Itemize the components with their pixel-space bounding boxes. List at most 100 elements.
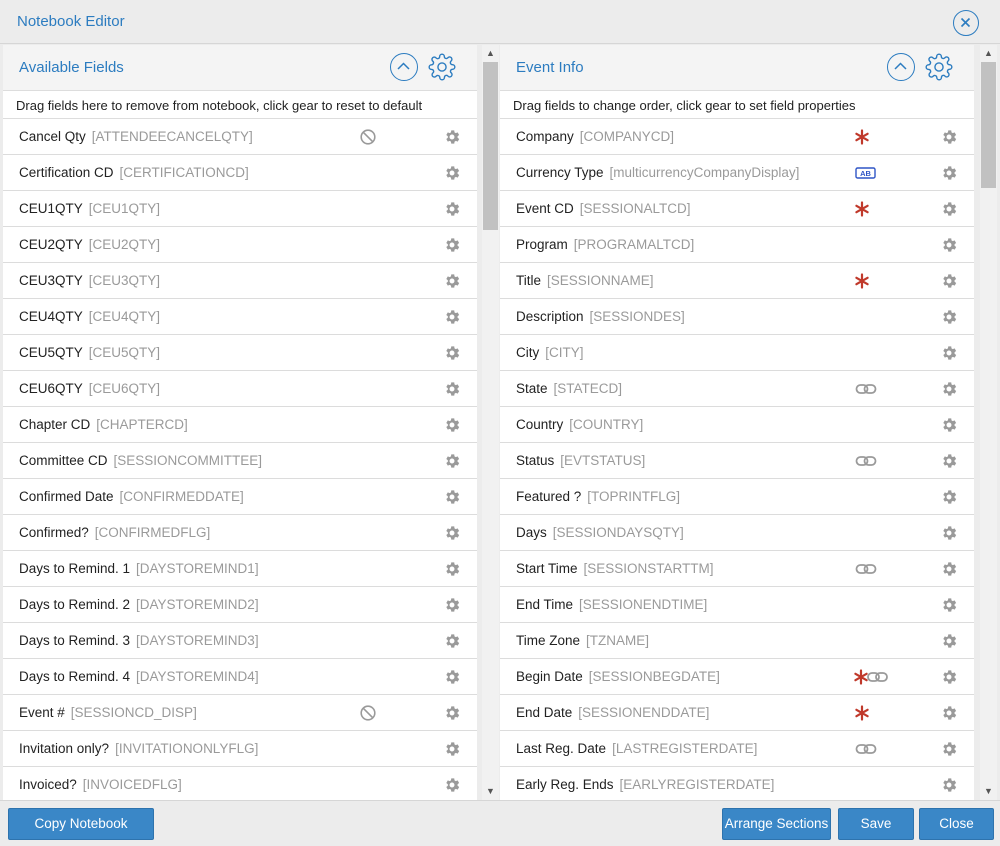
field-gear-icon[interactable] bbox=[443, 164, 461, 182]
field-gear-icon[interactable] bbox=[443, 776, 461, 794]
field-gear-icon[interactable] bbox=[940, 668, 958, 686]
field-gear-icon[interactable] bbox=[940, 704, 958, 722]
field-gear-icon[interactable] bbox=[443, 452, 461, 470]
field-row[interactable]: CEU2QTY [CEU2QTY] bbox=[3, 227, 477, 263]
field-row[interactable]: Country [COUNTRY] bbox=[500, 407, 974, 443]
field-row[interactable]: Days to Remind. 4 [DAYSTOREMIND4] bbox=[3, 659, 477, 695]
field-row[interactable]: Featured ? [TOPRINTFLG] bbox=[500, 479, 974, 515]
field-row[interactable]: Begin Date [SESSIONBEGDATE] bbox=[500, 659, 974, 695]
field-gear-icon[interactable] bbox=[443, 380, 461, 398]
field-row[interactable]: Committee CD [SESSIONCOMMITTEE] bbox=[3, 443, 477, 479]
field-row[interactable]: Days [SESSIONDAYSQTY] bbox=[500, 515, 974, 551]
field-row[interactable]: Event CD [SESSIONALTCD] bbox=[500, 191, 974, 227]
field-gear-icon[interactable] bbox=[443, 344, 461, 362]
close-window-icon[interactable] bbox=[953, 10, 979, 36]
field-row[interactable]: Early Reg. Ends [EARLYREGISTERDATE] bbox=[500, 767, 974, 800]
field-row[interactable]: Title [SESSIONNAME] bbox=[500, 263, 974, 299]
field-row[interactable]: Time Zone [TZNAME] bbox=[500, 623, 974, 659]
field-gear-icon[interactable] bbox=[940, 488, 958, 506]
field-name: Days to Remind. 1 bbox=[19, 561, 131, 576]
field-row[interactable]: Confirmed Date [CONFIRMEDDATE] bbox=[3, 479, 477, 515]
field-row[interactable]: CEU5QTY [CEU5QTY] bbox=[3, 335, 477, 371]
field-row[interactable]: End Date [SESSIONENDDATE] bbox=[500, 695, 974, 731]
field-row[interactable]: CEU1QTY [CEU1QTY] bbox=[3, 191, 477, 227]
collapse-icon[interactable] bbox=[390, 53, 418, 81]
field-label: CEU2QTY [CEU2QTY] bbox=[19, 237, 160, 252]
field-gear-icon[interactable] bbox=[443, 308, 461, 326]
close-button[interactable]: Close bbox=[919, 808, 994, 840]
field-gear-icon[interactable] bbox=[443, 128, 461, 146]
field-gear-icon[interactable] bbox=[940, 272, 958, 290]
field-row[interactable]: CEU3QTY [CEU3QTY] bbox=[3, 263, 477, 299]
field-row[interactable]: End Time [SESSIONENDTIME] bbox=[500, 587, 974, 623]
field-row[interactable]: Cancel Qty [ATTENDEECANCELQTY] bbox=[3, 119, 477, 155]
field-row[interactable]: Days to Remind. 1 [DAYSTOREMIND1] bbox=[3, 551, 477, 587]
field-gear-icon[interactable] bbox=[940, 200, 958, 218]
field-label: State [STATECD] bbox=[516, 381, 622, 396]
field-label: Company [COMPANYCD] bbox=[516, 129, 674, 144]
arrange-sections-button[interactable]: Arrange Sections bbox=[722, 808, 831, 840]
field-gear-icon[interactable] bbox=[443, 632, 461, 650]
right-scrollbar[interactable]: ▲ ▼ bbox=[980, 45, 997, 800]
field-gear-icon[interactable] bbox=[940, 416, 958, 434]
field-gear-icon[interactable] bbox=[443, 416, 461, 434]
field-gear-icon[interactable] bbox=[443, 200, 461, 218]
field-row[interactable]: Company [COMPANYCD] bbox=[500, 119, 974, 155]
field-gear-icon[interactable] bbox=[940, 560, 958, 578]
field-gear-icon[interactable] bbox=[443, 488, 461, 506]
reset-gear-icon[interactable] bbox=[428, 53, 456, 81]
collapse-icon[interactable] bbox=[887, 53, 915, 81]
field-row[interactable]: Currency Type [multicurrencyCompanyDispla… bbox=[500, 155, 974, 191]
field-gear-icon[interactable] bbox=[940, 452, 958, 470]
field-gear-icon[interactable] bbox=[940, 380, 958, 398]
field-gear-icon[interactable] bbox=[940, 524, 958, 542]
field-gear-icon[interactable] bbox=[940, 164, 958, 182]
field-row[interactable]: Status [EVTSTATUS] bbox=[500, 443, 974, 479]
field-row[interactable]: CEU6QTY [CEU6QTY] bbox=[3, 371, 477, 407]
field-label: Currency Type [multicurrencyCompanyDispla… bbox=[516, 165, 799, 180]
left-scrollbar[interactable]: ▲ ▼ bbox=[482, 45, 499, 800]
link-icon bbox=[855, 380, 877, 398]
field-row[interactable]: Days to Remind. 2 [DAYSTOREMIND2] bbox=[3, 587, 477, 623]
field-gear-icon[interactable] bbox=[443, 524, 461, 542]
field-row[interactable]: Confirmed? [CONFIRMEDFLG] bbox=[3, 515, 477, 551]
field-gear-icon[interactable] bbox=[940, 596, 958, 614]
field-row[interactable]: Description [SESSIONDES] bbox=[500, 299, 974, 335]
field-gear-icon[interactable] bbox=[443, 740, 461, 758]
field-row[interactable]: CEU4QTY [CEU4QTY] bbox=[3, 299, 477, 335]
field-row[interactable]: Days to Remind. 3 [DAYSTOREMIND3] bbox=[3, 623, 477, 659]
field-row[interactable]: Last Reg. Date [LASTREGISTERDATE] bbox=[500, 731, 974, 767]
scroll-thumb[interactable] bbox=[981, 62, 996, 188]
field-row[interactable]: Certification CD [CERTIFICATIONCD] bbox=[3, 155, 477, 191]
section-gear-icon[interactable] bbox=[925, 53, 953, 81]
scroll-down-icon[interactable]: ▼ bbox=[984, 786, 993, 796]
field-gear-icon[interactable] bbox=[940, 740, 958, 758]
field-gear-icon[interactable] bbox=[940, 632, 958, 650]
field-row[interactable]: Start Time [SESSIONSTARTTM] bbox=[500, 551, 974, 587]
field-row[interactable]: Chapter CD [CHAPTERCD] bbox=[3, 407, 477, 443]
field-code: [SESSIONDES] bbox=[589, 309, 685, 324]
field-gear-icon[interactable] bbox=[443, 560, 461, 578]
field-gear-icon[interactable] bbox=[443, 668, 461, 686]
field-gear-icon[interactable] bbox=[443, 704, 461, 722]
field-gear-icon[interactable] bbox=[940, 128, 958, 146]
scroll-up-icon[interactable]: ▲ bbox=[984, 48, 993, 58]
field-row[interactable]: Event # [SESSIONCD_DISP] bbox=[3, 695, 477, 731]
field-gear-icon[interactable] bbox=[443, 596, 461, 614]
field-row[interactable]: State [STATECD] bbox=[500, 371, 974, 407]
field-gear-icon[interactable] bbox=[443, 236, 461, 254]
field-gear-icon[interactable] bbox=[940, 308, 958, 326]
copy-notebook-settings-button[interactable]: Copy Notebook Settings bbox=[8, 808, 154, 840]
field-gear-icon[interactable] bbox=[940, 236, 958, 254]
field-row[interactable]: Program [PROGRAMALTCD] bbox=[500, 227, 974, 263]
scroll-up-icon[interactable]: ▲ bbox=[486, 48, 495, 58]
field-row[interactable]: City [CITY] bbox=[500, 335, 974, 371]
scroll-thumb[interactable] bbox=[483, 62, 498, 230]
field-row[interactable]: Invoiced? [INVOICEDFLG] bbox=[3, 767, 477, 800]
field-gear-icon[interactable] bbox=[940, 776, 958, 794]
field-gear-icon[interactable] bbox=[940, 344, 958, 362]
scroll-down-icon[interactable]: ▼ bbox=[486, 786, 495, 796]
field-row[interactable]: Invitation only? [INVITATIONONLYFLG] bbox=[3, 731, 477, 767]
save-button[interactable]: Save bbox=[838, 808, 914, 840]
field-gear-icon[interactable] bbox=[443, 272, 461, 290]
